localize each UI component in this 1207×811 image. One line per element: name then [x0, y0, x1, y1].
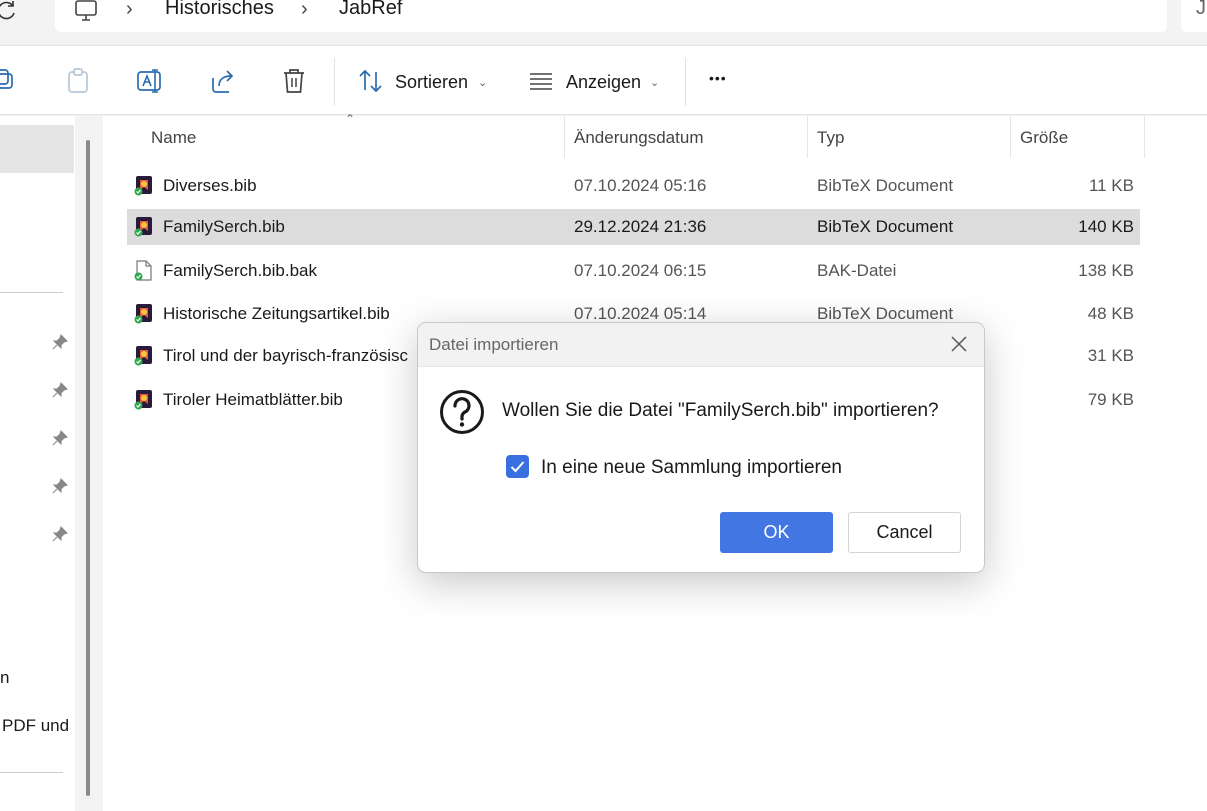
rename-icon[interactable]: [137, 68, 165, 99]
computer-icon[interactable]: [74, 0, 98, 27]
command-bar: Sortieren ⌄ Anzeigen ⌄ •••: [0, 45, 1207, 115]
ok-button[interactable]: OK: [720, 512, 833, 553]
bibtex-file-icon: [133, 175, 155, 202]
dialog-titlebar[interactable]: Datei importieren: [418, 323, 984, 367]
nav-item-label[interactable]: n: [0, 668, 9, 688]
file-size: 31 KB: [1087, 346, 1134, 365]
view-button[interactable]: Anzeigen: [566, 72, 641, 93]
share-icon[interactable]: [209, 68, 237, 99]
column-divider[interactable]: [807, 116, 808, 158]
nav-divider: [0, 772, 63, 773]
pin-icon[interactable]: [52, 382, 68, 403]
file-date: 07.10.2024 05:16: [574, 176, 707, 195]
paste-icon[interactable]: [65, 68, 91, 99]
sort-ascending-icon: ⌃: [345, 112, 356, 126]
checkmark-icon: [510, 461, 525, 473]
file-name[interactable]: FamilySerch.bib.bak: [163, 261, 317, 281]
bibtex-file-icon: [133, 389, 155, 416]
new-collection-checkbox[interactable]: [506, 455, 529, 478]
address-bar: › Historisches › JabRef Ja: [0, 0, 1207, 44]
file-name[interactable]: Historische Zeitungsartikel.bib: [163, 304, 390, 324]
file-date: 29.12.2024 21:36: [574, 217, 707, 236]
file-size: 140 KB: [1078, 217, 1134, 236]
nav-item-selected[interactable]: [0, 125, 74, 173]
refresh-icon[interactable]: [0, 0, 18, 28]
pin-icon[interactable]: [52, 430, 68, 451]
bibtex-file-icon: [133, 303, 155, 330]
file-size: 11 KB: [1088, 176, 1134, 195]
checkbox-label[interactable]: In eine neue Sammlung importieren: [541, 457, 842, 479]
bibtex-file-icon: [133, 345, 155, 372]
file-row[interactable]: Diverses.bib 07.10.2024 05:16 BibTeX Docum…: [127, 168, 1140, 204]
file-size: 138 KB: [1078, 261, 1134, 280]
file-type: BAK-Datei: [817, 261, 897, 280]
file-name[interactable]: Diverses.bib: [163, 176, 257, 196]
file-type: BibTeX Document: [817, 217, 954, 236]
column-divider[interactable]: [1010, 116, 1011, 158]
cancel-button[interactable]: Cancel: [848, 512, 961, 553]
file-name[interactable]: FamilySerch.bib: [163, 217, 285, 237]
pin-icon[interactable]: [52, 334, 68, 355]
column-header-type[interactable]: Typ: [817, 128, 844, 148]
nav-divider: [0, 292, 63, 293]
view-icon[interactable]: [528, 68, 554, 99]
search-text: Ja: [1196, 0, 1207, 19]
file-date: 07.10.2024 06:15: [574, 261, 707, 280]
breadcrumb-item-jabref[interactable]: JabRef: [339, 0, 402, 20]
file-date: 07.10.2024 05:14: [574, 304, 707, 323]
column-header-date[interactable]: Änderungsdatum: [574, 128, 703, 148]
nav-scrollbar-thumb[interactable]: [86, 140, 90, 796]
more-options-button[interactable]: •••: [709, 70, 727, 86]
chevron-down-icon[interactable]: ⌄: [478, 76, 487, 89]
column-divider[interactable]: [1144, 116, 1145, 158]
file-size: 48 KB: [1087, 304, 1134, 323]
toolbar-divider: [334, 58, 335, 106]
pin-icon[interactable]: [52, 478, 68, 499]
close-icon[interactable]: [950, 335, 968, 358]
column-header-size[interactable]: Größe: [1020, 128, 1068, 148]
chevron-right-icon: ›: [126, 0, 133, 20]
generic-file-icon: [133, 260, 155, 287]
question-icon: [439, 389, 485, 440]
dialog-title: Datei importieren: [429, 335, 559, 354]
copy-icon[interactable]: [0, 68, 18, 99]
nav-item-label[interactable]: PDF und: [2, 716, 69, 736]
toolbar-divider: [685, 58, 686, 106]
bibtex-file-icon: [133, 216, 155, 243]
file-size: 79 KB: [1087, 390, 1134, 409]
file-row[interactable]: FamilySerch.bib 29.12.2024 21:36 BibTeX Do…: [127, 209, 1140, 245]
breadcrumb-item-historisches[interactable]: Historisches: [165, 0, 274, 20]
navigation-pane: n PDF und: [0, 116, 75, 811]
import-dialog: Datei importieren Wollen Sie die Datei "…: [417, 322, 985, 573]
dialog-message: Wollen Sie die Datei "FamilySerch.bib" i…: [502, 400, 939, 421]
file-type: BibTeX Document: [817, 176, 954, 195]
column-divider[interactable]: [564, 116, 565, 158]
file-row[interactable]: FamilySerch.bib.bak 07.10.2024 06:15 BAK-D…: [127, 253, 1140, 289]
pin-icon[interactable]: [52, 526, 68, 547]
sort-icon[interactable]: [358, 68, 384, 99]
delete-icon[interactable]: [282, 68, 306, 99]
chevron-right-icon: ›: [301, 0, 308, 20]
chevron-down-icon[interactable]: ⌄: [650, 76, 659, 89]
sort-button[interactable]: Sortieren: [395, 72, 468, 93]
file-name[interactable]: Tiroler Heimatblätter.bib: [163, 390, 343, 410]
file-name[interactable]: Tirol und der bayrisch-französisc: [163, 346, 408, 366]
file-type: BibTeX Document: [817, 304, 954, 323]
column-header-name[interactable]: Name: [151, 128, 196, 148]
